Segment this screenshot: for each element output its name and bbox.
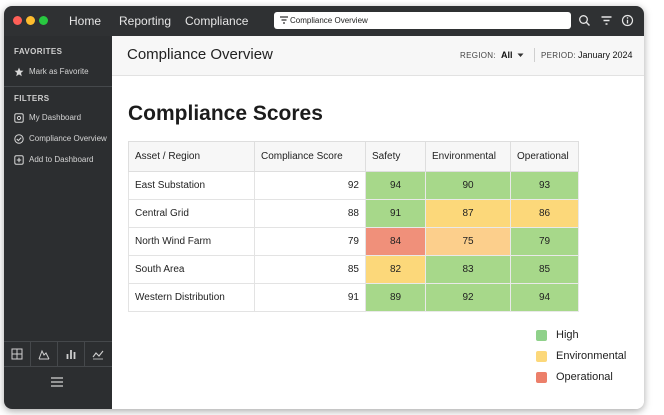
check-icon [14, 134, 24, 144]
cell-safety: 94 [365, 171, 426, 200]
bar-chart-button[interactable] [58, 342, 85, 367]
column-header-environmental[interactable]: Environmental [425, 141, 511, 172]
cell-environmental: 90 [425, 171, 511, 200]
legend-label: Environmental [556, 350, 627, 362]
cell-safety: 89 [365, 283, 426, 312]
maximize-window-button[interactable] [39, 16, 48, 25]
cell-environmental: 83 [425, 255, 511, 284]
column-header-safety[interactable]: Safety [365, 141, 426, 172]
page-header: Compliance Overview REGION: All PERIOD: … [112, 36, 644, 76]
table-header-row: Asset / Region Compliance Score Safety E… [128, 141, 579, 172]
period-value[interactable]: January 2024 [578, 50, 633, 60]
legend-label: Operational [556, 371, 613, 383]
sidebar-item-compliance-overview[interactable]: Compliance Overview [14, 133, 109, 147]
area-chart-button[interactable] [31, 342, 58, 367]
table-row[interactable]: Central Grid 88 91 87 86 [128, 199, 579, 228]
info-icon[interactable] [621, 14, 634, 27]
cell-safety: 82 [365, 255, 426, 284]
cell-asset: Central Grid [128, 199, 255, 228]
cell-safety: 91 [365, 199, 426, 228]
cell-environmental: 92 [425, 283, 511, 312]
legend-swatch [536, 351, 547, 362]
hamburger-icon[interactable] [50, 376, 64, 388]
legend-item: High [536, 326, 644, 347]
legend-item: Operational [536, 368, 644, 389]
menu-compliance[interactable]: Compliance [185, 14, 248, 28]
cell-environmental: 87 [425, 199, 511, 228]
cell-compliance-score: 88 [254, 199, 366, 228]
cell-operational: 94 [510, 283, 579, 312]
cell-operational: 85 [510, 255, 579, 284]
search-input[interactable] [290, 13, 560, 27]
minimize-window-button[interactable] [26, 16, 35, 25]
column-header-operational[interactable]: Operational [510, 141, 579, 172]
cell-safety: 84 [365, 227, 426, 256]
star-icon [14, 67, 24, 77]
sidebar-divider [4, 86, 112, 87]
plus-icon [14, 155, 24, 165]
sidebar: FAVORITES Mark as Favorite FILTERS My Da… [4, 36, 112, 409]
grid-icon [11, 348, 23, 360]
table-row[interactable]: East Substation 92 94 90 93 [128, 171, 579, 200]
cell-operational: 86 [510, 199, 579, 228]
cell-operational: 79 [510, 227, 579, 256]
column-header-asset[interactable]: Asset / Region [128, 141, 255, 172]
header-divider [534, 48, 535, 62]
main-content: Compliance Overview REGION: All PERIOD: … [112, 36, 644, 409]
cell-compliance-score: 92 [254, 171, 366, 200]
cell-asset: North Wind Farm [128, 227, 255, 256]
line-chart-button[interactable] [85, 342, 112, 367]
menu-reporting[interactable]: Reporting [119, 14, 171, 28]
search-icon[interactable] [578, 14, 591, 27]
search-bar[interactable] [274, 12, 571, 29]
sidebar-item-mark-favorite[interactable]: Mark as Favorite [14, 66, 109, 80]
close-window-button[interactable] [13, 16, 22, 25]
chevron-down-icon[interactable] [517, 53, 524, 58]
line-chart-icon [92, 350, 104, 360]
sidebar-item-add-to-dashboard[interactable]: Add to Dashboard [14, 154, 109, 168]
filter-icon [280, 16, 288, 24]
sidebar-item-label: Mark as Favorite [29, 67, 89, 76]
sidebar-item-label: Add to Dashboard [29, 155, 94, 164]
section-title: Compliance Scores [128, 102, 323, 125]
cell-compliance-score: 91 [254, 283, 366, 312]
menu-home[interactable]: Home [69, 14, 101, 28]
sidebar-item-label: My Dashboard [29, 113, 82, 122]
cell-compliance-score: 85 [254, 255, 366, 284]
dashboard-icon [14, 113, 24, 123]
bar-chart-icon [66, 350, 76, 359]
favorites-heading: FAVORITES [14, 47, 63, 56]
page-title: Compliance Overview [127, 46, 273, 63]
sidebar-view-switcher [4, 341, 112, 367]
period-label: PERIOD: [541, 51, 576, 60]
filter-icon[interactable] [600, 14, 613, 27]
grid-view-button[interactable] [4, 342, 31, 367]
cell-asset: East Substation [128, 171, 255, 200]
filters-heading: FILTERS [14, 94, 50, 103]
region-select[interactable]: All [501, 50, 513, 60]
sidebar-item-my-dashboard[interactable]: My Dashboard [14, 112, 109, 126]
compliance-scores-table: Asset / Region Compliance Score Safety E… [128, 141, 579, 312]
legend-swatch [536, 330, 547, 341]
cell-compliance-score: 79 [254, 227, 366, 256]
cell-asset: Western Distribution [128, 283, 255, 312]
table-row[interactable]: North Wind Farm 79 84 75 79 [128, 227, 579, 256]
legend-swatch [536, 372, 547, 383]
area-chart-icon [38, 349, 50, 360]
cell-asset: South Area [128, 255, 255, 284]
app-window: Home Reporting Compliance FAVORITES [4, 6, 644, 409]
region-label: REGION: [460, 51, 496, 60]
top-bar: Home Reporting Compliance [4, 6, 644, 36]
table-row[interactable]: South Area 85 82 83 85 [128, 255, 579, 284]
legend: High Environmental Operational [536, 326, 644, 389]
sidebar-item-label: Compliance Overview [29, 134, 107, 143]
legend-item: Environmental [536, 347, 644, 368]
column-header-compliance-score[interactable]: Compliance Score [254, 141, 366, 172]
table-row[interactable]: Western Distribution 91 89 92 94 [128, 283, 579, 312]
cell-operational: 93 [510, 171, 579, 200]
cell-environmental: 75 [425, 227, 511, 256]
legend-label: High [556, 329, 579, 341]
